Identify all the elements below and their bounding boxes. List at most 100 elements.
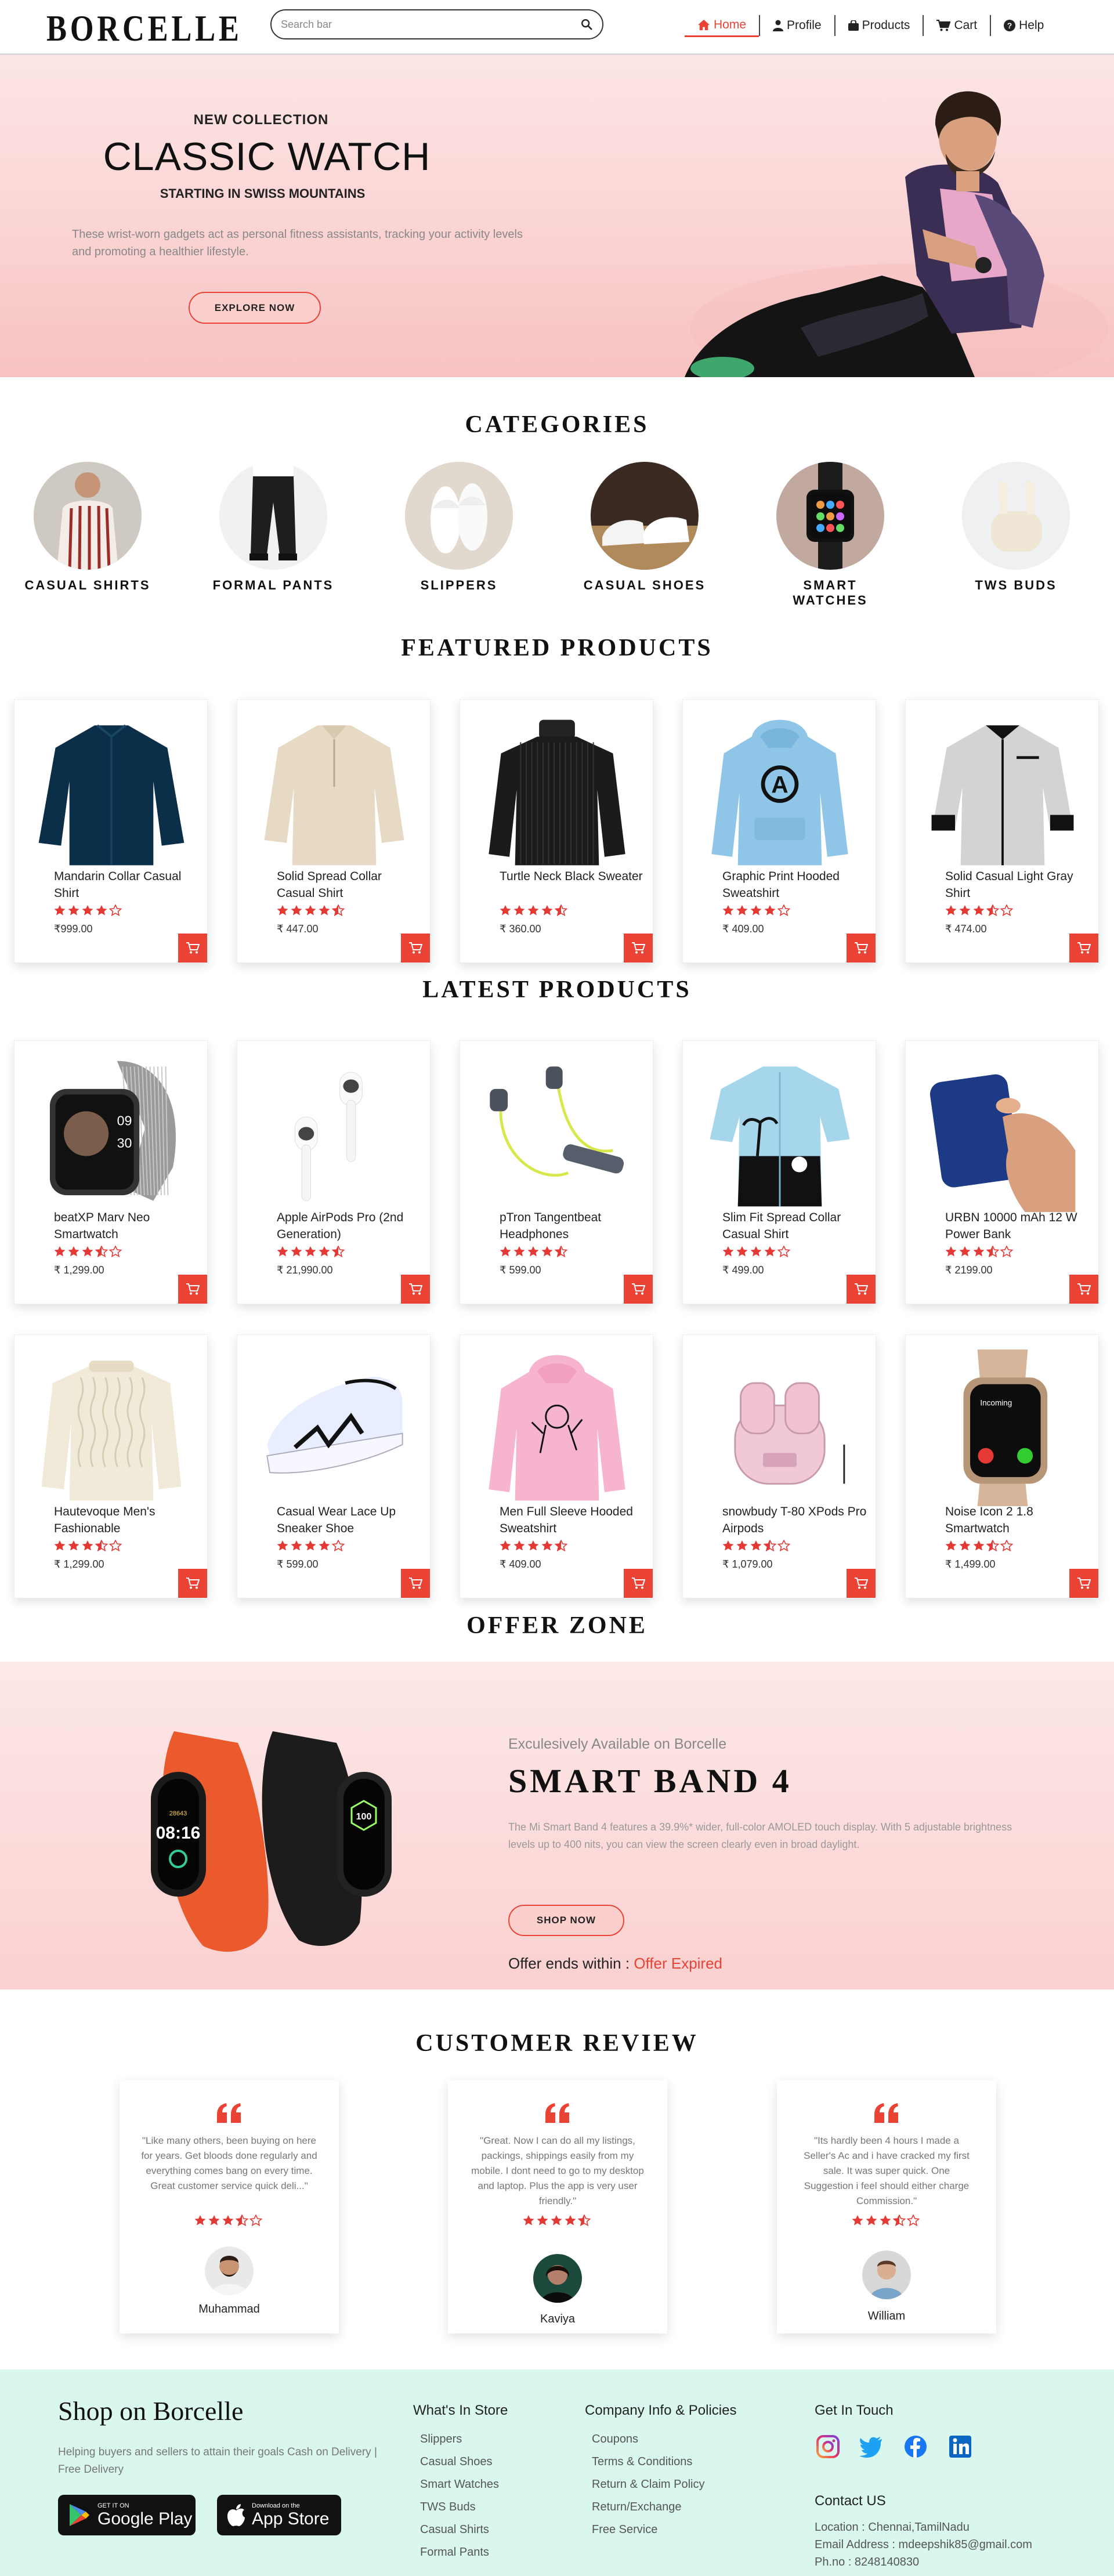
product-card[interactable]: Slim Fit Spread Collar Casual Shirt ₹ 49… [682,1040,876,1304]
brand-logo[interactable]: BORCELLE [46,7,243,50]
product-name[interactable]: snowbudy T-80 XPods Pro Airpods [722,1503,867,1537]
category-image[interactable] [219,462,327,570]
category-image[interactable] [591,462,699,570]
footer-phone[interactable]: Ph.no : 8248140830 [815,2553,1032,2571]
footer-link-coupons[interactable]: Coupons [592,2428,736,2451]
product-name[interactable]: Solid Spread Collar Casual Shirt [277,868,422,902]
product-card[interactable]: snowbudy T-80 XPods Pro Airpods ₹ 1,079.… [682,1334,876,1598]
category-casual-shirts[interactable]: CASUAL SHIRTS [24,462,151,593]
product-image[interactable] [26,711,197,874]
product-card[interactable]: Solid Casual Light Gray Shirt ₹ 474.00 [905,699,1099,963]
category-image[interactable] [962,462,1070,570]
product-card[interactable]: A Graphic Print Hooded Sweatshirt ₹ 409.… [682,699,876,963]
product-image[interactable] [26,1347,197,1509]
product-card[interactable]: 09 30 beatXP Marv Neo Smartwatch ₹ 1,299.… [14,1040,208,1304]
product-name[interactable]: Apple AirPods Pro (2nd Generation) [277,1209,422,1243]
product-name[interactable]: Mandarin Collar Casual Shirt [54,868,199,902]
nav-help[interactable]: ? Help [991,19,1057,32]
app-store-button[interactable]: Download on the App Store [217,2495,341,2535]
product-name[interactable]: pTron Tangentbeat Headphones [500,1209,645,1243]
add-to-cart-button[interactable] [624,1275,653,1304]
add-to-cart-button[interactable] [847,1275,876,1304]
product-name[interactable]: Casual Wear Lace Up Sneaker Shoe [277,1503,422,1537]
product-card[interactable]: Hautevoque Men's Fashionable ₹ 1,299.00 [14,1334,208,1598]
add-to-cart-button[interactable] [178,1569,207,1598]
product-name[interactable]: Graphic Print Hooded Sweatshirt [722,868,867,902]
add-to-cart-button[interactable] [847,934,876,963]
footer-link-slippers[interactable]: Slippers [420,2428,508,2451]
category-image[interactable] [405,462,513,570]
footer-link-return-claim-policy[interactable]: Return & Claim Policy [592,2473,736,2496]
add-to-cart-button[interactable] [401,934,430,963]
add-to-cart-button[interactable] [1069,1275,1098,1304]
product-image[interactable] [917,1052,1088,1215]
product-card[interactable]: Turtle Neck Black Sweater ₹ 360.00 [460,699,653,963]
product-image[interactable] [472,1347,642,1509]
category-smart-watches[interactable]: SMART WATCHES [766,462,894,608]
footer-link-terms-conditions[interactable]: Terms & Conditions [592,2451,736,2473]
product-image[interactable]: Incoming [917,1347,1088,1509]
explore-now-button[interactable]: EXPLORE NOW [189,292,321,324]
add-to-cart-button[interactable] [178,934,207,963]
add-to-cart-button[interactable] [401,1275,430,1304]
footer-link-smart-watches[interactable]: Smart Watches [420,2473,508,2496]
nav-products[interactable]: Products [836,19,923,32]
google-play-button[interactable]: GET IT ON Google Play [58,2495,196,2535]
linkedin-icon[interactable] [948,2434,972,2459]
search-bar[interactable] [270,9,603,39]
category-formal-pants[interactable]: FORMAL PANTS [209,462,337,593]
category-image[interactable] [776,462,884,570]
instagram-icon[interactable] [816,2434,840,2459]
product-name[interactable]: Noise Icon 2 1.8 Smartwatch [945,1503,1090,1537]
product-image[interactable] [249,1052,419,1215]
search-input[interactable] [281,18,580,31]
product-card[interactable]: Solid Spread Collar Casual Shirt ₹ 447.0… [237,699,431,963]
add-to-cart-button[interactable] [847,1569,876,1598]
footer-link-casual-shoes[interactable]: Casual Shoes [420,2451,508,2473]
footer-link-formal-pants[interactable]: Formal Pants [420,2541,508,2564]
product-name[interactable]: Turtle Neck Black Sweater [500,868,645,885]
nav-cart[interactable]: Cart [924,19,990,32]
add-to-cart-button[interactable] [624,1569,653,1598]
search-icon[interactable] [580,18,593,31]
product-image[interactable] [249,711,419,874]
product-name[interactable]: Hautevoque Men's Fashionable [54,1503,199,1537]
product-name[interactable]: Men Full Sleeve Hooded Sweatshirt [500,1503,645,1537]
category-casual-shoes[interactable]: CASUAL SHOES [581,462,708,593]
product-card[interactable]: pTron Tangentbeat Headphones ₹ 599.00 [460,1040,653,1304]
product-image[interactable] [695,1052,865,1215]
add-to-cart-button[interactable] [624,934,653,963]
facebook-icon[interactable] [903,2434,928,2459]
footer-link-casual-shirts[interactable]: Casual Shirts [420,2519,508,2541]
footer-link-tws-buds[interactable]: TWS Buds [420,2496,508,2519]
product-name[interactable]: URBN 10000 mAh 12 W Power Bank [945,1209,1090,1243]
product-card[interactable]: Mandarin Collar Casual Shirt ₹999.00 [14,699,208,963]
add-to-cart-button[interactable] [1069,1569,1098,1598]
footer-link-return-exchange[interactable]: Return/Exchange [592,2496,736,2519]
add-to-cart-button[interactable] [1069,934,1098,963]
product-name[interactable]: Solid Casual Light Gray Shirt [945,868,1090,902]
category-image[interactable] [34,462,142,570]
product-card[interactable]: Casual Wear Lace Up Sneaker Shoe ₹ 599.0… [237,1334,431,1598]
product-image[interactable]: 09 30 [26,1052,197,1215]
nav-profile[interactable]: Profile [760,19,834,32]
product-image[interactable] [917,711,1088,874]
add-to-cart-button[interactable] [178,1275,207,1304]
product-image[interactable]: A [695,711,865,874]
nav-home[interactable]: Home [685,18,759,37]
add-to-cart-button[interactable] [401,1569,430,1598]
product-card[interactable]: Men Full Sleeve Hooded Sweatshirt ₹ 409.… [460,1334,653,1598]
footer-link-free-service[interactable]: Free Service [592,2519,736,2541]
category-tws-buds[interactable]: TWS BUDS [952,462,1080,593]
product-name[interactable]: Slim Fit Spread Collar Casual Shirt [722,1209,867,1243]
product-image[interactable] [695,1347,865,1509]
product-image[interactable] [472,1052,642,1215]
product-name[interactable]: beatXP Marv Neo Smartwatch [54,1209,199,1243]
product-image[interactable] [472,711,642,874]
twitter-icon[interactable] [859,2434,883,2459]
product-card[interactable]: Incoming Noise Icon 2 1.8 Smartwatch ₹ 1… [905,1334,1099,1598]
product-image[interactable] [249,1347,419,1509]
footer-email[interactable]: Email Address : mdeepshik85@gmail.com [815,2536,1032,2553]
category-slippers[interactable]: SLIPPERS [395,462,523,593]
shop-now-button[interactable]: SHOP NOW [508,1905,624,1936]
